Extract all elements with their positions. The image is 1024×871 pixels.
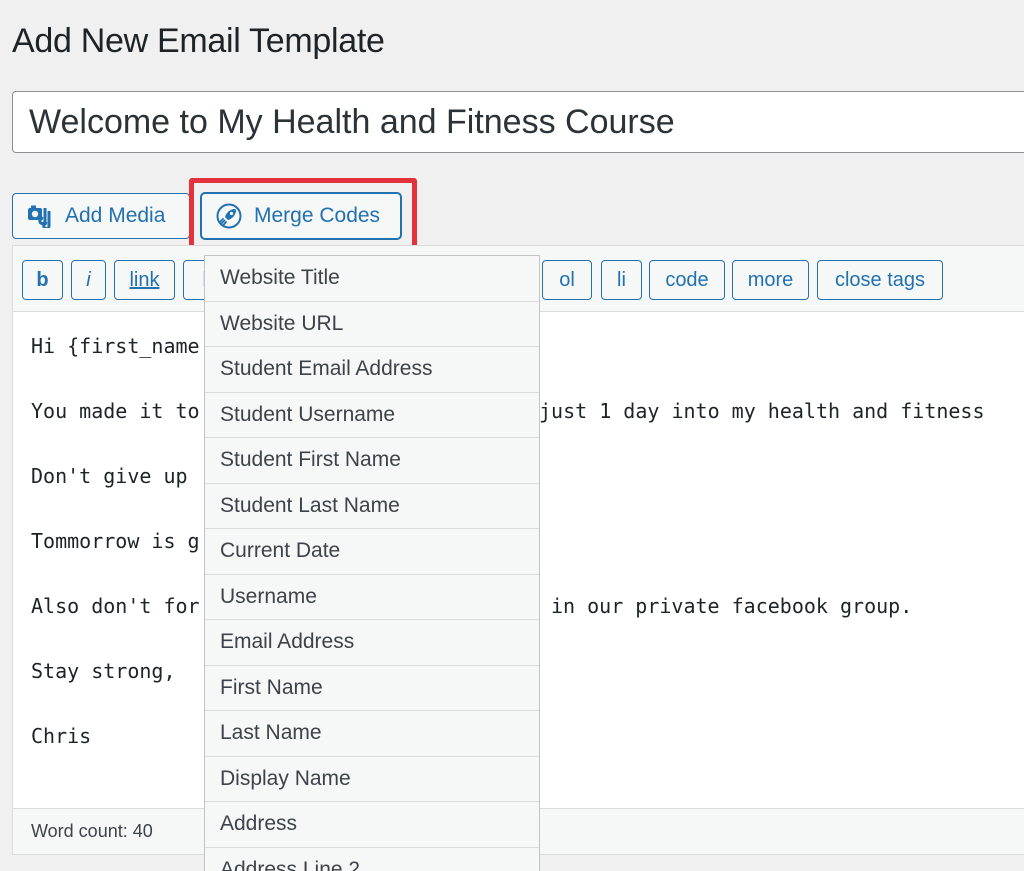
word-count: Word count: 40 bbox=[31, 821, 153, 841]
add-media-button[interactable]: Add Media bbox=[12, 193, 190, 239]
body-line-4-end: in our private facebook group. bbox=[551, 594, 913, 618]
body-line-1-end: just 1 day into my health and fitness bbox=[539, 399, 985, 423]
merge-code-address-line-2[interactable]: Address Line 2 bbox=[205, 848, 539, 871]
quicktag-link-button[interactable]: link bbox=[114, 260, 175, 300]
merge-code-first-name[interactable]: First Name bbox=[205, 666, 539, 711]
quicktag-ol-button[interactable]: ol bbox=[542, 260, 592, 300]
merge-codes-dropdown: Website Title Website URL Student Email … bbox=[204, 255, 540, 871]
merge-code-website-title[interactable]: Website Title bbox=[205, 256, 539, 302]
rocket-icon bbox=[216, 203, 242, 229]
merge-code-display-name[interactable]: Display Name bbox=[205, 757, 539, 802]
merge-codes-label: Merge Codes bbox=[254, 204, 381, 227]
page-title: Add New Email Template bbox=[12, 22, 385, 60]
media-camera-icon bbox=[27, 203, 53, 229]
body-line-greeting: Hi {first_name bbox=[31, 334, 200, 358]
quicktag-more-button[interactable]: more bbox=[732, 260, 809, 300]
merge-code-student-email[interactable]: Student Email Address bbox=[205, 347, 539, 393]
merge-code-address[interactable]: Address bbox=[205, 802, 539, 848]
merge-code-email-address[interactable]: Email Address bbox=[205, 620, 539, 666]
quicktag-li-button[interactable]: li bbox=[601, 260, 642, 300]
quicktag-code-button[interactable]: code bbox=[649, 260, 725, 300]
body-line-2: Don't give up bbox=[31, 464, 188, 488]
body-line-1: You made it to bbox=[31, 399, 200, 423]
merge-code-website-url[interactable]: Website URL bbox=[205, 302, 539, 347]
merge-code-last-name[interactable]: Last Name bbox=[205, 711, 539, 757]
body-line-signoff: Stay strong, bbox=[31, 659, 176, 683]
quicktag-bold-button[interactable]: b bbox=[22, 260, 63, 300]
body-line-4: Also don't for bbox=[31, 594, 200, 618]
body-line-signature: Chris bbox=[31, 724, 92, 748]
merge-code-student-username[interactable]: Student Username bbox=[205, 393, 539, 438]
merge-code-student-last-name[interactable]: Student Last Name bbox=[205, 484, 539, 529]
add-media-label: Add Media bbox=[65, 204, 166, 227]
quicktag-italic-button[interactable]: i bbox=[71, 260, 106, 300]
merge-code-current-date[interactable]: Current Date bbox=[205, 529, 539, 575]
quicktag-close-tags-button[interactable]: close tags bbox=[817, 260, 943, 300]
merge-codes-button[interactable]: Merge Codes bbox=[201, 193, 401, 239]
merge-code-student-first-name[interactable]: Student First Name bbox=[205, 438, 539, 484]
template-title-input[interactable] bbox=[12, 91, 1024, 153]
body-line-3: Tommorrow is g bbox=[31, 529, 200, 553]
merge-code-username[interactable]: Username bbox=[205, 575, 539, 620]
